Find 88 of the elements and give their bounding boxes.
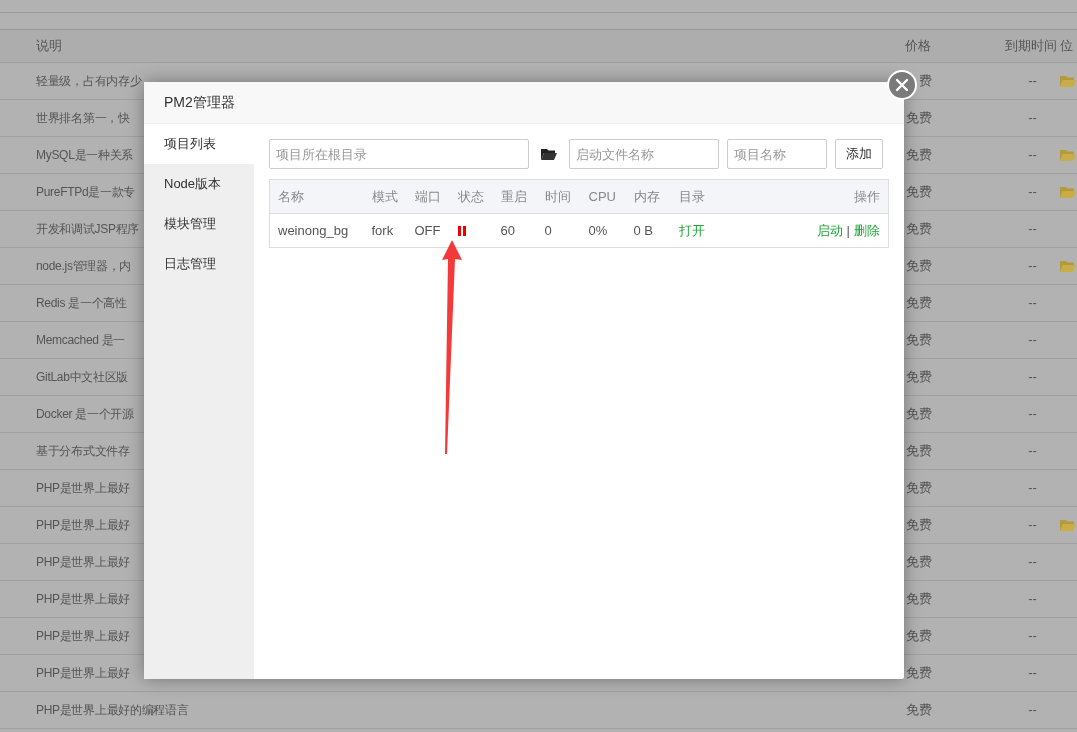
expiry-text: -- [1027,701,1038,720]
description-text: node.js管理器，内 [36,258,132,275]
description-text: Memcached 是一 [36,332,126,349]
column-header: 内存 [633,188,660,204]
price-text: 免费 [905,553,932,572]
column-header: 时间 [544,188,571,204]
expiry-text: -- [1027,294,1038,313]
project-name: weinong_bg [278,222,349,238]
column-header: 名称 [278,188,304,204]
sidebar-item[interactable]: Node版本 [144,164,254,204]
separator-text: | [846,222,850,238]
sidebar-item[interactable]: 项目列表 [144,124,254,164]
description-text: PureFTPd是一款专 [36,184,136,201]
description-text: 轻量级，占有内存少 [36,73,142,90]
column-header: 端口 [414,188,441,204]
price-text: 免费 [905,479,932,498]
description-text: 基于分布式文件存 [36,443,130,460]
price-text: 免费 [905,701,932,720]
column-header: 位 [1060,37,1073,56]
description-text: MySQL是一种关系 [36,147,133,164]
time-text: 0 [544,222,552,238]
price-text: 免费 [905,405,932,424]
column-header: 重启 [500,188,527,204]
expiry-text: -- [1027,220,1038,239]
expiry-text: -- [1027,590,1038,609]
price-text: 免费 [905,294,932,313]
price-text: 免费 [905,664,932,683]
description-text: PHP是世界上最好的编程语言 [36,702,189,719]
price-text: 免费 [905,442,932,461]
price-text: 免费 [905,183,932,202]
expiry-text: -- [1027,146,1038,165]
description-text: 开发和调试JSP程序 [36,221,139,238]
description-text: PHP是世界上最好 [36,628,130,645]
price-text: 免费 [905,257,932,276]
column-header: CPU [588,188,616,204]
column-header: 价格 [905,37,931,56]
expiry-text: -- [1027,183,1038,202]
price-text: 费 [918,72,932,91]
price-text: 免费 [905,331,932,350]
price-text: 免费 [905,516,932,535]
expiry-text: -- [1027,479,1038,498]
description-text: PHP是世界上最好 [36,554,130,571]
description-text: PHP是世界上最好 [36,591,130,608]
expiry-text: -- [1027,664,1038,683]
price-text: 免费 [905,109,932,128]
expiry-text: -- [1027,553,1038,572]
column-header: 目录 [678,188,705,204]
price-text: 免费 [905,220,932,239]
start-file-field[interactable]: 启动文件名称 [569,139,719,169]
expiry-text: -- [1027,368,1038,387]
expiry-text: -- [1027,109,1038,128]
description-text: Docker 是一个开源 [36,406,134,423]
price-text: 免费 [905,146,932,165]
column-header: 到期时间 [1005,37,1057,56]
port-text: OFF [414,222,441,238]
column-header: 模式 [371,188,398,204]
column-header: 操作 [854,188,880,204]
sidebar-item[interactable]: 日志管理 [144,244,254,284]
expiry-text: -- [1027,331,1038,350]
close-button[interactable] [887,70,917,100]
description-text: PHP是世界上最好 [36,480,130,497]
expiry-text: -- [1027,405,1038,424]
expiry-text: -- [1027,627,1038,646]
description-text: Redis 是一个高性 [36,295,127,312]
expiry-text: -- [1027,442,1038,461]
folder-icon[interactable] [541,148,557,160]
root-directory-field[interactable]: 项目所在根目录 [269,139,529,169]
expiry-text: -- [1027,516,1038,535]
description-text: GitLab中文社区版 [36,369,129,386]
dialog-title: PM2管理器 [144,82,904,124]
restart-count: 60 [500,222,515,238]
project-name-field[interactable]: 项目名称 [727,139,827,169]
add-button[interactable]: 添加 [835,139,883,169]
column-header: 状态 [457,188,484,204]
price-text: 免费 [905,627,932,646]
description-text: PHP是世界上最好 [36,517,130,534]
cpu-text: 0% [588,222,608,238]
memory-text: 0 B [633,222,653,238]
mode-text: fork [371,222,394,238]
description-text: 世界排名第一，快 [36,110,130,127]
expiry-text: -- [1027,257,1038,276]
price-text: 免费 [905,368,932,387]
price-text: 免费 [905,590,932,609]
column-header: 说明 [36,37,62,56]
sidebar-item[interactable]: 模块管理 [144,204,254,244]
expiry-text: -- [1027,72,1038,91]
description-text: PHP是世界上最好 [36,665,130,682]
close-icon [895,78,909,92]
